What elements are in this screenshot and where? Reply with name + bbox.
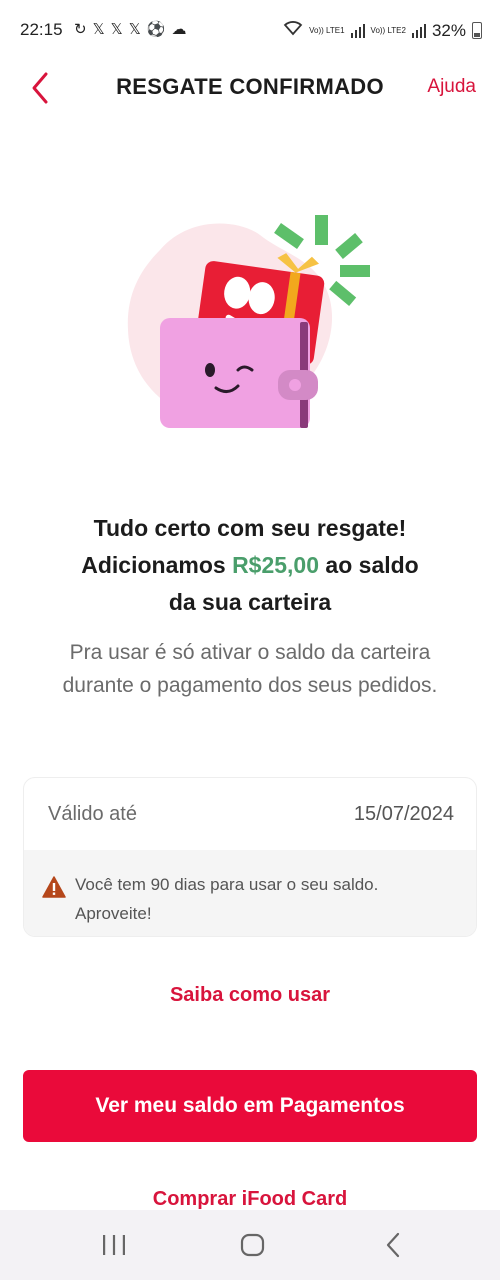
help-link[interactable]: Ajuda: [427, 76, 476, 98]
validity-note-line-1: Você tem 90 dias para usar o seu saldo.: [75, 875, 379, 894]
sim2-label: Vo)) LTE2: [370, 26, 406, 35]
home-icon: [240, 1233, 265, 1257]
wallet-illustration: [120, 210, 390, 440]
system-nav-bar: [0, 1210, 500, 1280]
recents-button[interactable]: [100, 1230, 128, 1260]
confirmation-headline: Tudo certo com seu resgate! Adicionamos …: [0, 510, 500, 621]
view-balance-button[interactable]: Ver meu saldo em Pagamentos: [23, 1070, 477, 1142]
home-button[interactable]: [238, 1230, 268, 1260]
amount-value: R$25,00: [232, 552, 320, 578]
sync-icon: ↻: [74, 21, 93, 38]
chevron-left-icon: [386, 1232, 400, 1258]
x-icon: 𝕏: [92, 21, 111, 38]
headline-line-1: Tudo certo com seu resgate!: [93, 515, 407, 541]
x-icon: 𝕏: [110, 21, 129, 38]
signal-icon: [350, 23, 365, 38]
validity-date: 15/07/2024: [353, 802, 454, 825]
recents-icon: [103, 1235, 125, 1255]
status-time: 22:15: [20, 20, 63, 39]
battery-level: 32%: [431, 20, 466, 40]
learn-how-link[interactable]: Saiba como usar: [0, 984, 500, 1007]
headline-line-2: Adicionamos R$25,00 ao saldo: [0, 547, 500, 584]
validity-card: Válido até 15/07/2024 Você tem 90 dias p…: [23, 777, 477, 937]
x-icon: 𝕏: [128, 21, 147, 38]
soccer-ball-icon: ⚽: [146, 21, 172, 38]
validity-note-line-2: Aproveite!: [75, 904, 152, 923]
cloud-icon: ☁: [171, 21, 193, 38]
headline-prefix: Adicionamos: [81, 552, 233, 578]
warning-icon: [42, 876, 66, 898]
validity-note: Você tem 90 dias para usar o seu saldo. …: [24, 850, 476, 936]
buy-ifood-card-link[interactable]: Comprar iFood Card: [0, 1188, 500, 1211]
wifi-icon: [283, 20, 303, 41]
status-right: Vo)) LTE1 Vo)) LTE2 32%: [283, 20, 482, 41]
app-header: RESGATE CONFIRMADO Ajuda: [0, 60, 500, 116]
page-title: RESGATE CONFIRMADO: [116, 74, 384, 99]
validity-row: Válido até 15/07/2024: [24, 778, 476, 850]
validity-label: Válido até: [48, 802, 137, 825]
headline-line-3: da sua carteira: [168, 589, 332, 615]
battery-icon: [472, 22, 482, 39]
notification-icons: ↻𝕏𝕏𝕏⚽☁: [74, 20, 193, 38]
signal-icon: [411, 23, 426, 38]
confirmation-description: Pra usar é só ativar o saldo da carteira…: [62, 641, 438, 697]
validity-note-text: Você tem 90 dias para usar o seu saldo. …: [75, 870, 378, 928]
headline-suffix: ao saldo: [319, 552, 419, 578]
sim1-label: Vo)) LTE1: [309, 26, 345, 35]
status-bar: 22:15 ↻𝕏𝕏𝕏⚽☁ Vo)) LTE1 Vo)) LTE2 32%: [0, 0, 500, 60]
system-back-button[interactable]: [380, 1230, 408, 1260]
